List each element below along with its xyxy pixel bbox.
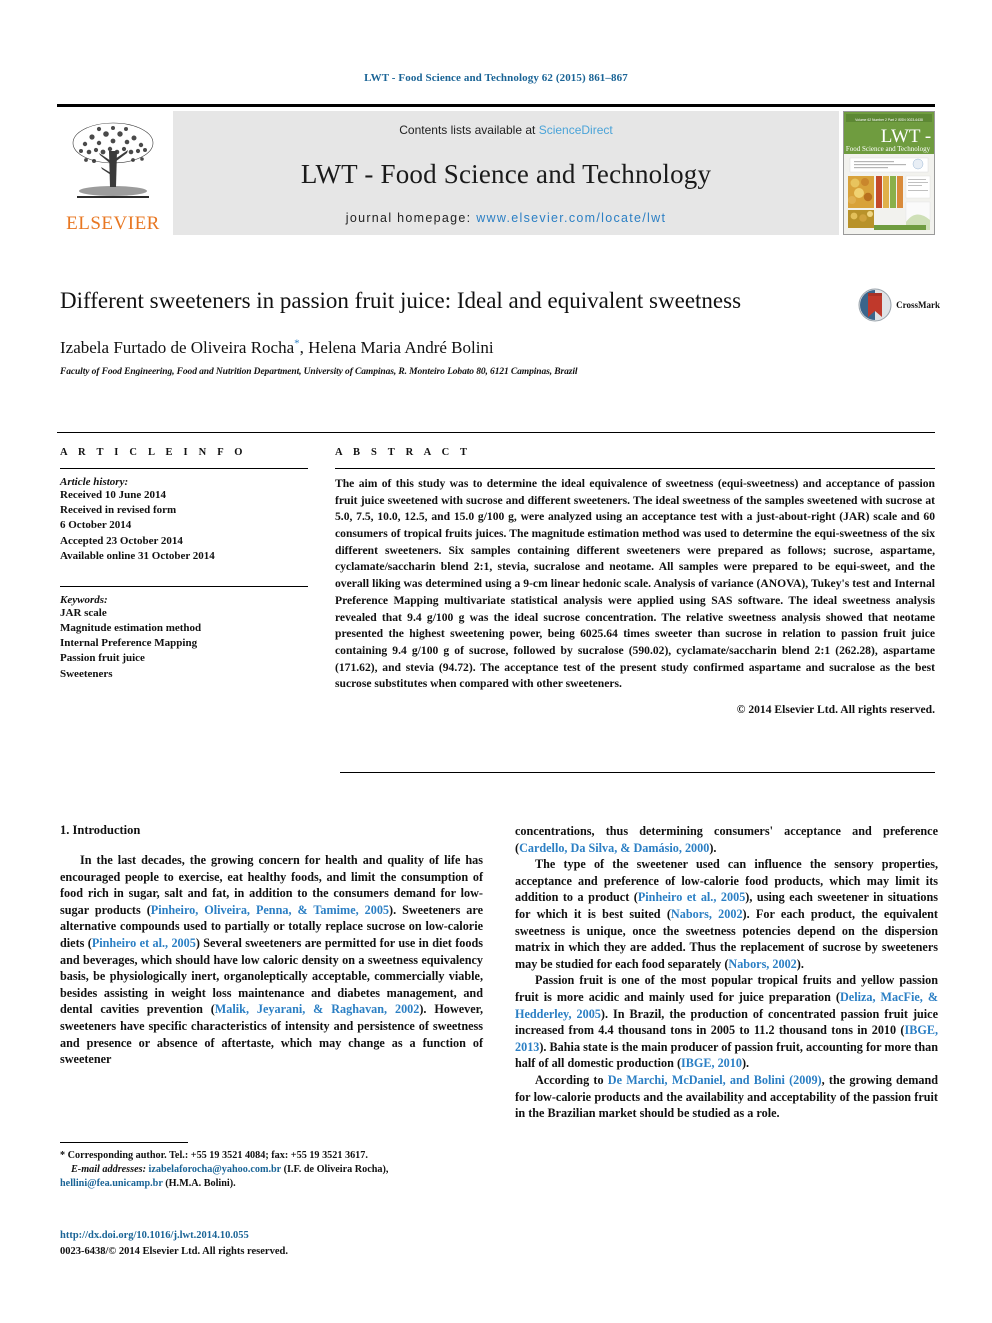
- affiliation: Faculty of Food Engineering, Food and Nu…: [60, 367, 578, 378]
- corresponding-author-note: * Corresponding author. Tel.: +55 19 352…: [60, 1149, 483, 1163]
- homepage-label: journal homepage:: [345, 211, 472, 225]
- citation-link[interactable]: Deliza, MacFie, & Hedderley, 2005: [515, 990, 938, 1021]
- abstract-rule: [335, 468, 935, 469]
- history-item: 6 October 2014: [60, 519, 132, 532]
- info-top-rule: [57, 432, 935, 433]
- article-history-list: Received 10 June 2014 Received in revise…: [60, 488, 308, 564]
- citation-link[interactable]: Pinheiro, Oliveira, Penna, & Tamime, 200…: [151, 903, 389, 917]
- email-link-1[interactable]: izabelaforocha@yahoo.com.br: [149, 1164, 281, 1175]
- section-heading-introduction: 1. Introduction: [60, 823, 141, 837]
- contents-available-line: Contents lists available at ScienceDirec…: [399, 123, 612, 137]
- citation-link[interactable]: IBGE, 2013: [515, 1023, 938, 1054]
- email-link-2[interactable]: hellini@fea.unicamp.br: [60, 1178, 163, 1189]
- email-owner-2: (H.M.A. Bolini).: [165, 1178, 236, 1190]
- citation-link[interactable]: Cardello, Da Silva, & Damásio, 2000: [519, 841, 709, 855]
- issn-copyright-line: 0023-6438/© 2014 Elsevier Ltd. All right…: [60, 1245, 288, 1257]
- keyword-item: Magnitude estimation method: [60, 622, 202, 635]
- body-paragraph: The type of the sweetener used can influ…: [515, 857, 938, 971]
- journal-homepage-line: journal homepage: www.elsevier.com/locat…: [346, 211, 666, 225]
- journal-cover-thumbnail: Volume 62 Number 2 Part 2 ISSN 0023-6438…: [843, 111, 935, 235]
- article-info-rule: [60, 468, 308, 469]
- citation-link[interactable]: Nabors, 2002: [671, 907, 743, 921]
- email-addresses-label: E-mail addresses:: [71, 1164, 146, 1176]
- crossmark-badge[interactable]: CrossMark: [858, 288, 940, 322]
- masthead-top-rule: [57, 104, 935, 107]
- paper-page: LWT - Food Science and Technology 62 (20…: [0, 0, 992, 1323]
- abstract-bottom-rule: [340, 772, 935, 773]
- contents-prefix: Contents lists available at: [399, 123, 536, 137]
- info-abstract-area: A R T I C L E I N F O Article history: R…: [60, 447, 935, 716]
- title-block: Different sweeteners in passion fruit ju…: [60, 286, 850, 377]
- page-title: Different sweeteners in passion fruit ju…: [60, 288, 742, 313]
- abstract-copyright: © 2014 Elsevier Ltd. All rights reserved…: [736, 702, 935, 716]
- author-list: Izabela Furtado de Oliveira Rocha*, Hele…: [60, 337, 850, 358]
- body-columns: 1. Introduction In the last decades, the…: [60, 823, 938, 1122]
- journal-banner: Contents lists available at ScienceDirec…: [173, 111, 839, 235]
- svg-text:LWT -: LWT -: [881, 126, 931, 147]
- cover-art-icon: Volume 62 Number 2 Part 2 ISSN 0023-6438…: [844, 112, 934, 234]
- keywords-block: Keywords: JAR scale Magnitude estimation…: [60, 585, 308, 682]
- svg-text:Food Science and Technology: Food Science and Technology: [846, 145, 931, 153]
- sciencedirect-link[interactable]: ScienceDirect: [539, 123, 613, 137]
- citation-link[interactable]: Nabors, 2002: [728, 957, 796, 971]
- footnote-rule: [60, 1142, 188, 1143]
- citation-link[interactable]: De Marchi, McDaniel, and Bolini (2009): [608, 1073, 822, 1087]
- body-paragraph: concentrations, thus determining consume…: [515, 824, 938, 855]
- author-corresponding-marker: *: [294, 337, 300, 350]
- abstract-heading: A B S T R A C T: [335, 447, 472, 458]
- article-info-column: A R T I C L E I N F O Article history: R…: [60, 447, 308, 716]
- history-item: Received in revised form: [60, 504, 177, 517]
- svg-text:Volume 62 Number 2 Part 2 IS: Volume 62 Number 2 Part 2 ISSN 0023-6438: [855, 118, 923, 122]
- footnote-area: * Corresponding author. Tel.: +55 19 352…: [60, 1142, 483, 1191]
- keyword-item: Passion fruit juice: [60, 652, 145, 665]
- keyword-item: JAR scale: [60, 606, 107, 619]
- body-column-left: 1. Introduction In the last decades, the…: [60, 823, 483, 1122]
- keyword-item: Internal Preference Mapping: [60, 637, 198, 650]
- email-addresses-note: E-mail addresses: izabelaforocha@yahoo.c…: [60, 1163, 483, 1191]
- keywords-label: Keywords:: [60, 593, 108, 606]
- journal-title: LWT - Food Science and Technology: [300, 158, 712, 189]
- keyword-item: Sweeteners: [60, 667, 113, 680]
- crossmark-icon: [858, 288, 892, 322]
- abstract-text: The aim of this study was to determine t…: [335, 477, 935, 691]
- elsevier-wordmark: ELSEVIER: [66, 213, 160, 234]
- citation-link[interactable]: Pinheiro et al., 2005: [638, 890, 745, 904]
- elsevier-logo: ELSEVIER: [57, 111, 169, 235]
- journal-masthead: ELSEVIER Contents lists available at Sci…: [57, 104, 935, 235]
- history-item: Accepted 23 October 2014: [60, 534, 183, 547]
- citation-link[interactable]: Malik, Jeyarani, & Raghavan, 2002: [215, 1002, 420, 1016]
- body-column-right: concentrations, thus determining consume…: [515, 823, 938, 1122]
- article-info-heading: A R T I C L E I N F O: [60, 447, 247, 458]
- crossmark-label: CrossMark: [896, 300, 940, 310]
- homepage-url-link[interactable]: www.elsevier.com/locate/lwt: [476, 211, 666, 225]
- body-paragraph: Passion fruit is one of the most popular…: [515, 973, 938, 1071]
- elsevier-tree-icon: [72, 122, 154, 198]
- body-paragraph: In the last decades, the growing concern…: [60, 853, 483, 1067]
- keywords-rule: [60, 585, 308, 587]
- citation-link[interactable]: Pinheiro et al., 2005: [92, 936, 196, 950]
- footnote-marker: *: [60, 1150, 66, 1161]
- email-owner-1: (I.F. de Oliveira Rocha),: [283, 1164, 389, 1176]
- citation-link[interactable]: IBGE, 2010: [681, 1056, 742, 1070]
- doi-link[interactable]: http://dx.doi.org/10.1016/j.lwt.2014.10.…: [60, 1228, 483, 1244]
- doi-block: http://dx.doi.org/10.1016/j.lwt.2014.10.…: [60, 1228, 483, 1260]
- corresponding-author-text: Corresponding author. Tel.: +55 19 3521 …: [67, 1150, 368, 1161]
- intro-right-paragraphs: concentrations, thus determining consume…: [515, 823, 938, 1122]
- author-names: Izabela Furtado de Oliveira Rocha*, Hele…: [60, 337, 494, 358]
- intro-left-paragraphs: In the last decades, the growing concern…: [60, 852, 483, 1068]
- running-head: LWT - Food Science and Technology 62 (20…: [364, 72, 628, 84]
- history-item: Received 10 June 2014: [60, 489, 167, 501]
- body-paragraph: According to De Marchi, McDaniel, and Bo…: [515, 1072, 939, 1121]
- abstract-column: A B S T R A C T The aim of this study wa…: [335, 447, 935, 716]
- article-history-label: Article history:: [60, 476, 129, 488]
- history-item: Available online 31 October 2014: [60, 549, 215, 562]
